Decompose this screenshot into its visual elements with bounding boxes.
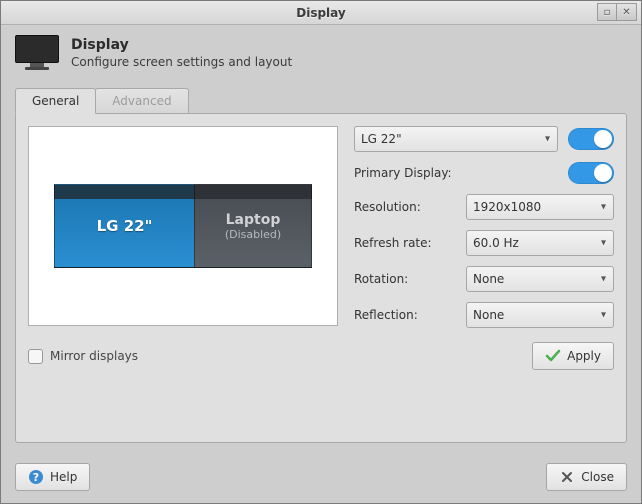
refresh-rate-select[interactable]: 60.0 Hz <box>466 230 614 256</box>
primary-display-toggle[interactable] <box>568 162 614 184</box>
settings-column: LG 22" Primary Display: Resolution: <box>354 126 614 328</box>
display-arrangement: LG 22" Laptop (Disabled) <box>54 184 312 268</box>
reflection-label: Reflection: <box>354 308 456 322</box>
display-settings-window: Display ▫ ✕ Display Configure screen set… <box>0 0 642 504</box>
resolution-select[interactable]: 1920x1080 <box>466 194 614 220</box>
display-icon <box>15 35 59 71</box>
close-button[interactable]: Close <box>546 463 627 491</box>
page-title: Display <box>71 37 292 53</box>
help-icon: ? <box>28 469 44 485</box>
help-button[interactable]: ? Help <box>15 463 90 491</box>
tabs: General Advanced <box>15 85 627 113</box>
header: Display Configure screen settings and la… <box>1 25 641 85</box>
refresh-rate-label: Refresh rate: <box>354 236 456 250</box>
window-minimize-button[interactable]: ▫ <box>597 3 617 21</box>
header-text: Display Configure screen settings and la… <box>71 37 292 69</box>
mirror-displays-label: Mirror displays <box>50 349 138 363</box>
close-icon <box>559 469 575 485</box>
window-controls: ▫ ✕ <box>597 3 637 21</box>
preview-display-primary[interactable]: LG 22" <box>54 184 194 268</box>
content: General Advanced LG 22" Laptop (Disabled… <box>1 85 641 453</box>
preview-display-secondary-label: Laptop <box>226 212 281 228</box>
resolution-label: Resolution: <box>354 200 456 214</box>
tab-general[interactable]: General <box>15 88 96 114</box>
page-subtitle: Configure screen settings and layout <box>71 55 292 69</box>
checkbox-box <box>28 349 43 364</box>
display-preview[interactable]: LG 22" Laptop (Disabled) <box>28 126 338 326</box>
primary-display-label: Primary Display: <box>354 166 456 180</box>
tab-advanced[interactable]: Advanced <box>95 88 188 113</box>
svg-text:?: ? <box>33 471 39 484</box>
preview-display-secondary[interactable]: Laptop (Disabled) <box>194 184 312 268</box>
rotation-select[interactable]: None <box>466 266 614 292</box>
reflection-select[interactable]: None <box>466 302 614 328</box>
preview-display-secondary-status: (Disabled) <box>225 228 281 241</box>
titlebar: Display ▫ ✕ <box>1 1 641 25</box>
rotation-label: Rotation: <box>354 272 456 286</box>
display-enabled-toggle[interactable] <box>568 128 614 150</box>
check-icon <box>545 348 561 364</box>
window-close-button[interactable]: ✕ <box>617 3 637 21</box>
preview-display-primary-label: LG 22" <box>97 217 153 235</box>
mirror-displays-checkbox[interactable]: Mirror displays <box>28 349 138 364</box>
tab-panel: LG 22" Laptop (Disabled) LG 22" <box>15 113 627 443</box>
display-selector[interactable]: LG 22" <box>354 126 558 152</box>
footer: ? Help Close <box>1 453 641 503</box>
window-title: Display <box>296 6 345 20</box>
apply-button[interactable]: Apply <box>532 342 614 370</box>
